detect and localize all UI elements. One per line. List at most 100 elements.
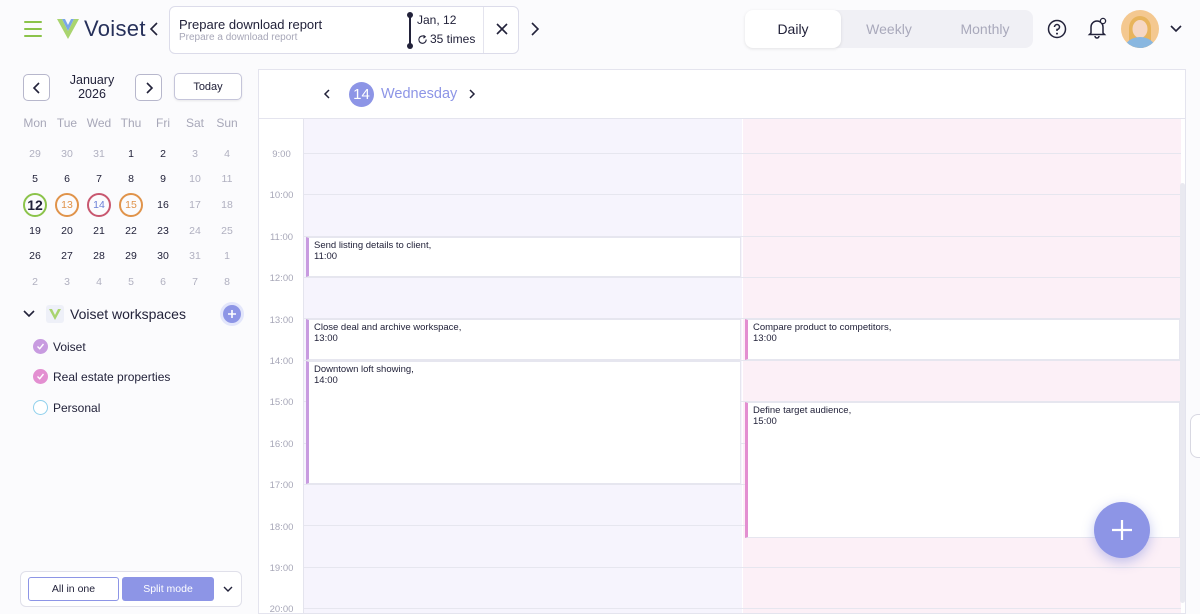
task-repeat: 35 times <box>417 32 475 46</box>
view-switch: Daily Weekly Monthly <box>745 10 1033 48</box>
chevron-down-icon[interactable] <box>22 307 36 321</box>
close-icon[interactable] <box>494 21 510 37</box>
event-block[interactable]: Downtown loft showing, 14:00 <box>306 360 741 484</box>
event-block[interactable]: Send listing details to client, 11:00 <box>306 236 741 277</box>
week-row: 26 27 28 29 30 31 1 <box>19 243 243 269</box>
chevron-right-icon[interactable] <box>466 87 478 101</box>
calendar-day[interactable]: 30 <box>51 141 83 167</box>
add-event-button[interactable] <box>1094 502 1150 558</box>
calendar-day[interactable]: 6 <box>147 269 179 295</box>
calendar-day[interactable]: 8 <box>115 167 147 193</box>
calendar-day[interactable]: 10 <box>179 167 211 193</box>
calendar-day[interactable]: 29 <box>115 243 147 269</box>
calendar-day[interactable]: 31 <box>179 243 211 269</box>
weekday-label: Fri <box>156 116 170 130</box>
event-time: 15:00 <box>753 416 777 428</box>
calendar-day[interactable]: 7 <box>83 167 115 193</box>
add-workspace-button[interactable] <box>223 305 241 323</box>
checkbox-empty-icon[interactable] <box>33 400 48 415</box>
task-title: Prepare download report <box>179 17 323 32</box>
chevron-right-icon[interactable] <box>526 20 542 38</box>
event-time: 13:00 <box>753 333 777 345</box>
day-name: Wednesday <box>381 86 458 102</box>
scrollbar[interactable] <box>1180 183 1185 603</box>
calendar-day[interactable]: 30 <box>147 243 179 269</box>
calendar-day[interactable]: 19 <box>19 218 51 244</box>
menu-icon[interactable] <box>24 21 42 37</box>
hour-gridline <box>304 566 1181 568</box>
prev-month-button[interactable] <box>23 74 50 101</box>
today-button[interactable]: Today <box>174 73 242 100</box>
calendar-day[interactable]: 6 <box>51 167 83 193</box>
calendar-day[interactable]: 9 <box>147 167 179 193</box>
calendar-day[interactable]: 25 <box>211 218 243 244</box>
calendar-day[interactable]: 31 <box>83 141 115 167</box>
calendar-day[interactable]: 16 <box>147 192 179 218</box>
event-time: 14:00 <box>314 374 338 386</box>
event-title: Send listing details to client, <box>314 239 432 251</box>
event-block[interactable]: Close deal and archive workspace, 13:00 <box>306 319 741 360</box>
hour-gridline <box>304 152 1181 154</box>
calendar-day[interactable]: 26 <box>19 243 51 269</box>
next-month-button[interactable] <box>135 74 162 101</box>
chevron-down-icon[interactable] <box>222 584 234 594</box>
calendar-day[interactable]: 3 <box>179 141 211 167</box>
avatar[interactable] <box>1121 10 1159 48</box>
tab-monthly[interactable]: Monthly <box>937 10 1033 48</box>
tab-daily[interactable]: Daily <box>745 10 841 48</box>
calendar-day-selected[interactable]: 12 <box>19 192 51 218</box>
calendar-day[interactable]: 5 <box>115 269 147 295</box>
chevron-left-icon[interactable] <box>147 20 163 38</box>
calendar-day[interactable]: 3 <box>51 269 83 295</box>
calendar-day[interactable]: 27 <box>51 243 83 269</box>
calendar-day[interactable]: 4 <box>211 141 243 167</box>
time-label: 15:00 <box>269 397 294 409</box>
calendar-day[interactable]: 20 <box>51 218 83 244</box>
workspace-item-voiset[interactable]: Voiset <box>33 339 86 354</box>
calendar-day[interactable]: 1 <box>211 243 243 269</box>
weekday-label: Sat <box>185 116 204 130</box>
help-icon[interactable] <box>1047 19 1067 39</box>
calendar-day[interactable]: 4 <box>83 269 115 295</box>
calendar-day[interactable]: 11 <box>211 167 243 193</box>
all-in-one-button[interactable]: All in one <box>28 577 119 601</box>
calendar-day[interactable]: 1 <box>115 141 147 167</box>
time-label: 20:00 <box>269 604 294 614</box>
tab-weekly[interactable]: Weekly <box>841 10 937 48</box>
event-block[interactable]: Compare product to competitors, 13:00 <box>745 319 1180 360</box>
task-card[interactable]: Prepare download report Prepare a downlo… <box>169 6 519 54</box>
calendar-day-event[interactable]: 15 <box>115 192 147 218</box>
calendar-day[interactable]: 23 <box>147 218 179 244</box>
chevron-down-icon[interactable] <box>1168 22 1184 36</box>
calendar-day[interactable]: 2 <box>19 269 51 295</box>
checkbox-checked-icon[interactable] <box>33 369 48 384</box>
calendar-day[interactable]: 17 <box>179 192 211 218</box>
calendar-day[interactable]: 2 <box>147 141 179 167</box>
workspace-item-personal[interactable]: Personal <box>33 400 100 415</box>
chevron-left-icon[interactable] <box>321 87 333 101</box>
month-label: January 2026 <box>62 73 122 101</box>
calendar-day[interactable]: 8 <box>211 269 243 295</box>
time-label: 10:00 <box>269 190 294 202</box>
voiset-logo-icon <box>57 19 79 39</box>
calendar-day-event[interactable]: 13 <box>51 192 83 218</box>
calendar-day[interactable]: 24 <box>179 218 211 244</box>
bell-icon[interactable] <box>1087 17 1107 39</box>
calendar-day[interactable]: 21 <box>83 218 115 244</box>
weekday-label: Sun <box>216 116 238 130</box>
calendar-day[interactable]: 18 <box>211 192 243 218</box>
calendar-day[interactable]: 22 <box>115 218 147 244</box>
hour-gridline <box>304 194 1181 196</box>
calendar-day[interactable]: 28 <box>83 243 115 269</box>
calendar-day-current[interactable]: 14 <box>83 192 115 218</box>
calendar-day[interactable]: 7 <box>179 269 211 295</box>
split-mode-button[interactable]: Split mode <box>122 577 214 601</box>
calendar-day[interactable]: 29 <box>19 141 51 167</box>
workspace-label: Voiset <box>53 339 86 354</box>
calendar-day[interactable]: 5 <box>19 167 51 193</box>
week-row: 19 20 21 22 23 24 25 <box>19 218 243 244</box>
checkbox-checked-icon[interactable] <box>33 339 48 354</box>
event-time: 11:00 <box>314 250 338 262</box>
side-panel-handle[interactable] <box>1190 414 1200 458</box>
workspace-item-real-estate[interactable]: Real estate properties <box>33 369 170 384</box>
